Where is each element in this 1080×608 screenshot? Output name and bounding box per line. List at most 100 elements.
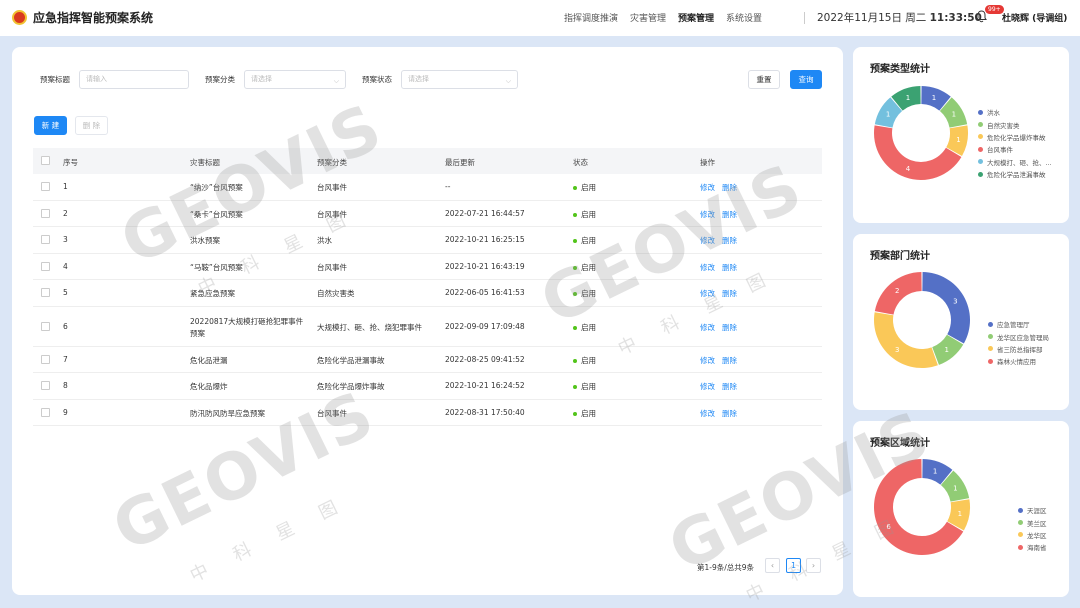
row-checkbox[interactable] — [41, 235, 50, 245]
header-no: 序号 — [63, 158, 78, 167]
row-status-text: 启用 — [581, 209, 596, 219]
user-name[interactable]: 杜晓辉 (导调组) — [1002, 11, 1067, 24]
legend-item[interactable]: 危险化学品泄漏事故 — [978, 168, 1052, 180]
row-checkbox[interactable] — [41, 321, 50, 331]
legend-item[interactable]: 洪水 — [978, 106, 1052, 118]
nav-plan-management[interactable]: 预案管理 — [678, 11, 714, 24]
nav-system-settings[interactable]: 系统设置 — [726, 11, 762, 24]
delete-link[interactable]: 删除 — [722, 182, 737, 193]
donut-slice[interactable] — [874, 312, 938, 368]
row-status-text: 启用 — [581, 408, 596, 418]
legend-label: 海南省 — [1027, 544, 1047, 553]
delete-link[interactable]: 删除 — [722, 235, 737, 246]
row-checkbox[interactable] — [41, 182, 50, 192]
legend-label: 危险化学品泄漏事故 — [987, 171, 1046, 180]
legend-item[interactable]: 应急管理厅 — [988, 318, 1049, 330]
status-dot-icon — [573, 358, 577, 363]
row-category: 危险化学品泄漏事故 — [317, 355, 385, 365]
row-status-text: 启用 — [581, 262, 596, 272]
row-status: 启用 — [573, 408, 596, 419]
row-title: 洪水预案 — [190, 236, 220, 246]
header-status: 状态 — [573, 158, 588, 167]
edit-link[interactable]: 修改 — [700, 355, 715, 366]
reset-button[interactable]: 重置 — [748, 70, 780, 89]
legend-item[interactable]: 美兰区 — [1018, 516, 1047, 528]
row-title: “桑卡”台风预案 — [190, 209, 243, 219]
legend-item[interactable]: 龙华区 — [1018, 529, 1047, 541]
row-checkbox[interactable] — [41, 288, 50, 298]
legend-item[interactable]: 森林火情应用 — [988, 355, 1049, 367]
status-dot-icon — [573, 411, 577, 416]
dept-stats-legend: 应急管理厅 龙华区应急管理局 省三防总指挥部 森林火情应用 — [988, 318, 1049, 368]
donut-slice-label: 6 — [886, 523, 891, 531]
row-status: 启用 — [573, 182, 596, 193]
prev-page-button[interactable]: ‹ — [765, 558, 780, 573]
edit-link[interactable]: 修改 — [700, 408, 715, 419]
legend-item[interactable]: 天涯区 — [1018, 504, 1047, 516]
legend-label: 美兰区 — [1027, 519, 1047, 528]
row-checkbox[interactable] — [41, 381, 50, 391]
donut-slice-label: 1 — [956, 136, 960, 144]
row-updated: 2022-09-09 17:09:48 — [445, 321, 525, 331]
legend-item[interactable]: 省三防总指挥部 — [988, 343, 1049, 355]
delete-link[interactable]: 删除 — [722, 322, 737, 333]
filter-title-input[interactable]: 请输入 — [79, 70, 189, 89]
donut-slice-label: 1 — [953, 484, 957, 492]
row-checkbox[interactable] — [41, 261, 50, 271]
edit-link[interactable]: 修改 — [700, 322, 715, 333]
filter-status-select[interactable]: 请选择 ⌵ — [401, 70, 518, 89]
delete-link[interactable]: 删除 — [722, 288, 737, 299]
row-updated: 2022-10-21 16:24:52 — [445, 381, 525, 391]
page-1-button[interactable]: 1 — [786, 558, 801, 573]
type-stats-donut: 1 1 1 4 1 1 — [874, 86, 968, 180]
filter-status-label: 预案状态 — [362, 75, 392, 84]
row-checkbox[interactable] — [41, 208, 50, 218]
legend-item[interactable]: 自然灾害类 — [978, 118, 1052, 130]
row-category: 危险化学品爆炸事故 — [317, 382, 385, 392]
row-checkbox[interactable] — [41, 407, 50, 417]
donut-slice-label: 1 — [886, 111, 890, 119]
legend-item[interactable]: 海南省 — [1018, 541, 1047, 553]
nav-command-dispatch[interactable]: 指挥调度推演 — [564, 11, 618, 24]
table-row: 2 “桑卡”台风预案 台风事件 2022-07-21 16:44:57 启用 修改 删除 — [33, 201, 822, 227]
donut-slice[interactable] — [922, 272, 970, 344]
row-updated: 2022-07-21 16:44:57 — [445, 208, 525, 218]
row-no: 4 — [63, 261, 68, 271]
select-all-checkbox[interactable] — [41, 156, 50, 165]
nav-disaster-management[interactable]: 灾害管理 — [630, 11, 666, 24]
legend-item[interactable]: 危险化学品爆炸事故 — [978, 131, 1052, 143]
legend-item[interactable]: 台风事件 — [978, 143, 1052, 155]
donut-slice[interactable] — [874, 459, 964, 555]
new-plan-button[interactable]: 新 建 — [34, 116, 67, 135]
type-stats-title: 预案类型统计 — [870, 64, 930, 75]
table-row: 8 危化品爆炸 危险化学品爆炸事故 2022-10-21 16:24:52 启用 修改 删除 — [33, 373, 822, 400]
donut-slice-label: 1 — [933, 467, 937, 475]
legend-item[interactable]: 大规模打、砸、抢、... — [978, 156, 1052, 168]
edit-link[interactable]: 修改 — [700, 182, 715, 193]
row-no: 5 — [63, 288, 68, 298]
filter-title-label: 预案标题 — [40, 75, 70, 84]
row-no: 1 — [63, 182, 68, 192]
edit-link[interactable]: 修改 — [700, 209, 715, 220]
legend-item[interactable]: 龙华区应急管理局 — [988, 330, 1049, 342]
chevron-down-icon: ⌵ — [333, 77, 339, 85]
edit-link[interactable]: 修改 — [700, 381, 715, 392]
next-page-button[interactable]: › — [806, 558, 821, 573]
table-header: 序号 灾害标题 预案分类 最后更新 状态 操作 — [33, 148, 822, 174]
edit-link[interactable]: 修改 — [700, 235, 715, 246]
donut-slice[interactable] — [874, 125, 962, 180]
delete-link[interactable]: 删除 — [722, 381, 737, 392]
delete-link[interactable]: 删除 — [722, 262, 737, 273]
delete-link[interactable]: 删除 — [722, 408, 737, 419]
delete-link[interactable]: 删除 — [722, 209, 737, 220]
search-button[interactable]: 查询 — [790, 70, 822, 89]
batch-delete-button[interactable]: 删 除 — [75, 116, 108, 135]
row-checkbox[interactable] — [41, 354, 50, 364]
filter-title-placeholder: 请输入 — [86, 75, 107, 83]
legend-label: 龙华区 — [1027, 531, 1047, 540]
filter-category-select[interactable]: 请选择 ⌵ — [244, 70, 346, 89]
row-updated: -- — [445, 182, 451, 192]
edit-link[interactable]: 修改 — [700, 262, 715, 273]
delete-link[interactable]: 删除 — [722, 355, 737, 366]
edit-link[interactable]: 修改 — [700, 288, 715, 299]
